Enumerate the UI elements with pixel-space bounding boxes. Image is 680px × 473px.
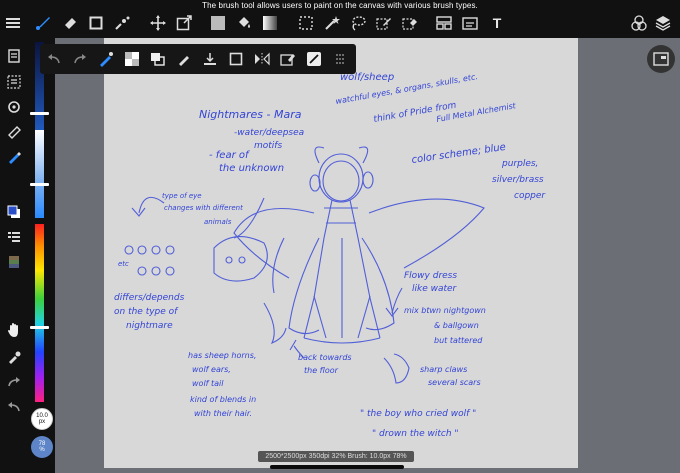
text-icon[interactable]: T <box>487 13 507 33</box>
sketch-artwork: Nightmares - Mara wolf/sheep -water/deep… <box>114 72 546 439</box>
lasso-icon[interactable] <box>348 13 368 33</box>
flip-icon[interactable] <box>252 49 272 69</box>
selection-icon[interactable] <box>296 13 316 33</box>
home-indicator[interactable] <box>270 465 404 469</box>
select-pen-icon[interactable] <box>374 13 394 33</box>
color-slider-column: 10.0 px 78% <box>28 38 55 473</box>
tool-tooltip: The brush tool allows users to paint on … <box>202 1 478 10</box>
note-differs: differs/depends <box>114 293 185 303</box>
transform-icon[interactable] <box>174 13 194 33</box>
note-sheep-horns: has sheep horns, <box>188 351 256 360</box>
note-water-deep: -water/deepsea <box>234 128 304 138</box>
left-toolbar <box>0 38 28 473</box>
save-icon[interactable] <box>200 49 220 69</box>
note-likewater: like water <box>412 284 458 294</box>
saturation-slider-knob[interactable] <box>30 183 49 186</box>
bucket-icon[interactable] <box>234 13 254 33</box>
blend-icon[interactable] <box>112 13 132 33</box>
pen-icon[interactable] <box>4 148 24 166</box>
ruler-icon[interactable] <box>4 123 24 141</box>
colors-icon[interactable] <box>629 13 649 33</box>
note-quote-1: " the boy who cried wolf " <box>360 409 476 419</box>
magic-wand-icon[interactable] <box>322 13 342 33</box>
pen-nib-icon[interactable] <box>174 49 194 69</box>
undo-small-icon[interactable] <box>44 49 64 69</box>
clear-icon[interactable] <box>278 49 298 69</box>
note-copper: copper <box>514 191 546 201</box>
note-unknown: the unknown <box>219 163 284 174</box>
note-on-the: on the type of <box>114 307 179 317</box>
color-swatch-icon[interactable] <box>4 203 24 221</box>
opacity-unit: % <box>39 447 45 453</box>
gradient-icon[interactable] <box>260 13 280 33</box>
frame-icon[interactable] <box>226 49 246 69</box>
eyedropper-icon[interactable] <box>4 348 24 366</box>
layers-icon[interactable] <box>653 13 673 33</box>
note-silver: silver/brass <box>492 175 544 185</box>
value-slider-knob[interactable] <box>30 112 49 115</box>
hue-slider[interactable] <box>35 224 44 402</box>
note-wolf-ears: wolf ears, <box>192 365 231 374</box>
status-bar: 2500*2500px 350dpi 32% Brush: 10.0px 78% <box>258 451 414 462</box>
note-flowy: Flowy dress <box>404 271 457 281</box>
brush-sub-toolbar <box>40 44 356 74</box>
navigator-button[interactable] <box>647 45 675 73</box>
app-window: The brush tool allows users to paint on … <box>0 0 680 473</box>
note-typeofeye: type of eye <box>162 192 202 200</box>
note-with-hair: with their hair. <box>194 409 252 418</box>
note-ballgown: & ballgown <box>434 321 479 330</box>
saturation-slider[interactable] <box>35 130 44 216</box>
brush-icon[interactable] <box>33 13 53 33</box>
selection-list-icon[interactable] <box>4 73 24 91</box>
navigator-icon <box>653 52 669 66</box>
note-back-towards: back towards <box>298 353 352 362</box>
menu-icon[interactable] <box>3 13 23 33</box>
rectangle-icon[interactable] <box>86 13 106 33</box>
material-icon[interactable] <box>460 13 480 33</box>
hue-slider-knob[interactable] <box>30 326 49 329</box>
undo-icon[interactable] <box>4 398 24 416</box>
fill-color-icon[interactable] <box>208 13 228 33</box>
note-motifs: motifs <box>254 141 282 151</box>
palette-icon[interactable] <box>4 253 24 271</box>
note-color-scheme: color scheme; blue <box>411 142 507 166</box>
top-toolbar: The brush tool allows users to paint on … <box>0 0 680 38</box>
brush-size-indicator[interactable]: 10.0 px <box>31 408 53 430</box>
note-quote-2: " drown the witch " <box>372 429 459 439</box>
layer-copy-icon[interactable] <box>148 49 168 69</box>
note-fear: - fear of <box>209 150 250 161</box>
layer-frame-icon[interactable] <box>434 13 454 33</box>
note-kind-of: kind of blends in <box>190 395 256 404</box>
note-title: Nightmares - Mara <box>199 108 302 121</box>
transparency-icon[interactable] <box>122 49 142 69</box>
color-list-icon[interactable] <box>4 228 24 246</box>
brush-settings-icon[interactable] <box>96 49 116 69</box>
note-mix: mix btwn nightgown <box>404 306 486 315</box>
brush-size-unit: px <box>38 419 46 425</box>
redo-small-icon[interactable] <box>70 49 90 69</box>
note-several-scars: several scars <box>428 378 481 387</box>
move-icon[interactable] <box>148 13 168 33</box>
note-nightmare: nightmare <box>126 321 173 331</box>
hand-icon[interactable] <box>4 321 24 339</box>
note-sharp-claws: sharp claws <box>420 365 467 374</box>
select-eraser-icon[interactable] <box>400 13 420 33</box>
more-options-icon[interactable] <box>330 49 350 69</box>
stabilizer-icon[interactable] <box>304 49 324 69</box>
page-icon[interactable] <box>4 47 24 65</box>
note-etc: etc <box>118 260 129 268</box>
note-tattered: but tattered <box>434 336 483 345</box>
note-animals: animals <box>204 218 232 226</box>
note-wolf-tail: wolf tail <box>192 379 224 388</box>
note-changes: changes with different <box>164 204 243 212</box>
redo-icon[interactable] <box>4 373 24 391</box>
rotate-icon[interactable] <box>4 98 24 116</box>
opacity-indicator[interactable]: 78% <box>31 436 53 458</box>
note-purples: purples, <box>501 159 538 169</box>
eraser-icon[interactable] <box>60 13 80 33</box>
note-floor: the floor <box>304 366 339 375</box>
